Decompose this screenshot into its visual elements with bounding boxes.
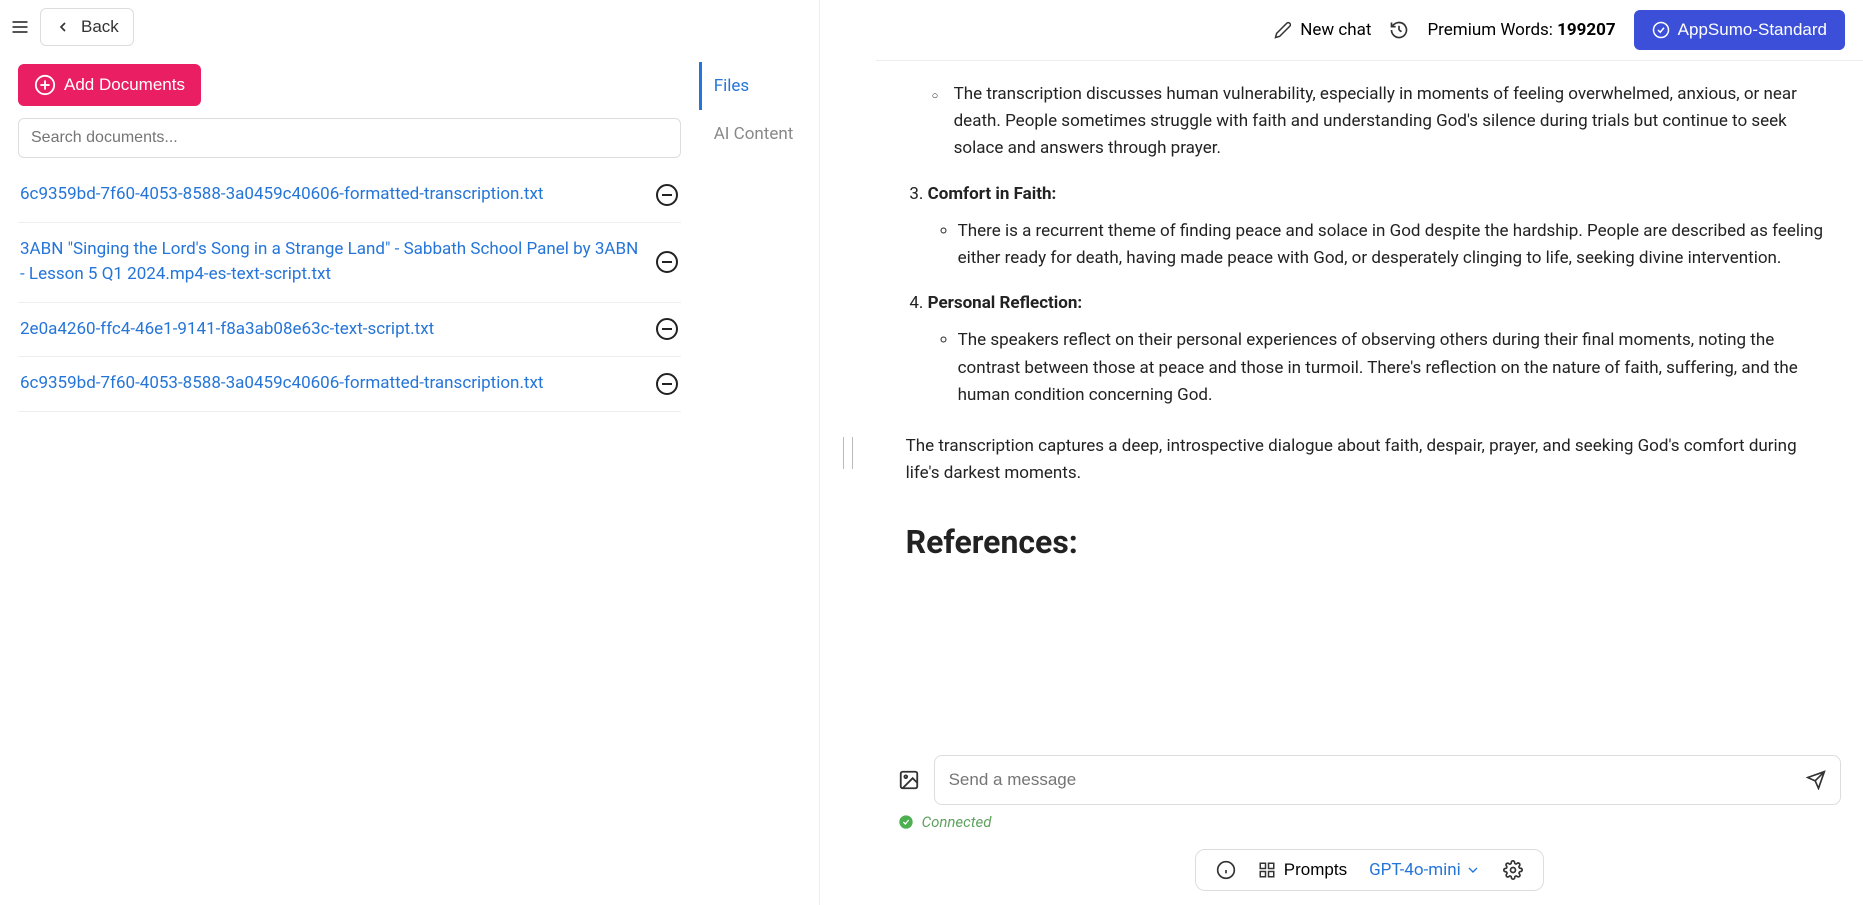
search-input[interactable] xyxy=(18,118,681,158)
chat-item4-text: The speakers reflect on their personal e… xyxy=(958,327,1833,409)
remove-document-button[interactable] xyxy=(655,250,679,274)
chevron-down-icon xyxy=(1465,862,1481,878)
new-chat-button[interactable]: New chat xyxy=(1274,20,1371,40)
send-icon xyxy=(1806,770,1826,790)
edit-icon xyxy=(1274,21,1292,39)
connection-status: Connected xyxy=(876,813,1863,841)
document-name[interactable]: 6c9359bd-7f60-4053-8588-3a0459c40606-for… xyxy=(20,182,655,208)
premium-words: Premium Words: 199207 xyxy=(1427,20,1615,40)
side-tabs: Files AI Content xyxy=(699,54,819,905)
documents-pane: Back Add Documents 6c9359bd-7f60-4053-85… xyxy=(0,0,820,905)
plus-circle-icon xyxy=(34,74,56,96)
minus-circle-icon xyxy=(655,250,679,274)
chat-content[interactable]: The transcription discusses human vulner… xyxy=(876,61,1863,755)
document-item: 6c9359bd-7f60-4053-8588-3a0459c40606-for… xyxy=(18,168,681,223)
bottom-bar: Prompts GPT-4o-mini xyxy=(876,841,1863,905)
left-body: Add Documents 6c9359bd-7f60-4053-8588-3a… xyxy=(0,54,819,905)
chat-closing: The transcription captures a deep, intro… xyxy=(906,433,1833,487)
premium-words-value: 199207 xyxy=(1557,20,1616,40)
chat-bullet-partial: The transcription discusses human vulner… xyxy=(954,81,1833,163)
document-list: 6c9359bd-7f60-4053-8588-3a0459c40606-for… xyxy=(18,168,681,412)
input-row xyxy=(876,755,1863,813)
chat-item3-text: There is a recurrent theme of finding pe… xyxy=(958,218,1833,272)
plan-label: AppSumo-Standard xyxy=(1678,20,1827,40)
back-label: Back xyxy=(81,17,119,37)
chat-list-item-4: Personal Reflection: The speakers reflec… xyxy=(928,290,1833,409)
info-icon xyxy=(1216,860,1236,880)
image-icon xyxy=(898,769,920,791)
hamburger-icon xyxy=(10,17,30,37)
chevron-left-icon xyxy=(55,19,71,35)
prompts-button[interactable]: Prompts xyxy=(1258,860,1347,880)
left-header: Back xyxy=(0,0,819,54)
remove-document-button[interactable] xyxy=(655,372,679,396)
back-button[interactable]: Back xyxy=(40,8,134,46)
minus-circle-icon xyxy=(655,317,679,341)
message-input[interactable] xyxy=(949,770,1806,790)
bottom-inner: Prompts GPT-4o-mini xyxy=(1195,849,1544,891)
document-item: 6c9359bd-7f60-4053-8588-3a0459c40606-for… xyxy=(18,357,681,412)
tab-ai-content[interactable]: AI Content xyxy=(699,110,819,158)
pane-divider[interactable] xyxy=(820,0,876,905)
document-item: 3ABN "Singing the Lord's Song in a Stran… xyxy=(18,223,681,303)
tab-files[interactable]: Files xyxy=(699,62,819,110)
info-button[interactable] xyxy=(1216,860,1236,880)
history-button[interactable] xyxy=(1389,20,1409,40)
prompts-label: Prompts xyxy=(1284,860,1347,880)
chat-pane: New chat Premium Words: 199207 AppSumo-S… xyxy=(876,0,1863,905)
settings-button[interactable] xyxy=(1503,860,1523,880)
add-documents-label: Add Documents xyxy=(64,75,185,95)
document-item: 2e0a4260-ffc4-46e1-9141-f8a3ab08e63c-tex… xyxy=(18,303,681,358)
premium-words-label: Premium Words: xyxy=(1427,20,1552,40)
send-button[interactable] xyxy=(1806,770,1826,790)
chat-list-item-3: Comfort in Faith: There is a recurrent t… xyxy=(928,181,1833,273)
chat-item4-title: Personal Reflection: xyxy=(928,293,1083,313)
add-documents-button[interactable]: Add Documents xyxy=(18,64,201,106)
remove-document-button[interactable] xyxy=(655,317,679,341)
model-select[interactable]: GPT-4o-mini xyxy=(1369,860,1481,880)
document-name[interactable]: 3ABN "Singing the Lord's Song in a Stran… xyxy=(20,237,655,288)
attach-image-button[interactable] xyxy=(898,769,920,791)
chat-item3-title: Comfort in Faith: xyxy=(928,184,1057,204)
docs-column: Add Documents 6c9359bd-7f60-4053-8588-3a… xyxy=(0,54,699,905)
history-icon xyxy=(1389,20,1409,40)
gear-icon xyxy=(1503,860,1523,880)
grid-icon xyxy=(1258,861,1276,879)
references-heading: References: xyxy=(906,517,1833,568)
connected-label: Connected xyxy=(922,813,992,831)
minus-circle-icon xyxy=(655,372,679,396)
plan-button[interactable]: AppSumo-Standard xyxy=(1634,10,1845,50)
right-header: New chat Premium Words: 199207 AppSumo-S… xyxy=(876,0,1863,61)
menu-button[interactable] xyxy=(4,11,36,43)
document-name[interactable]: 2e0a4260-ffc4-46e1-9141-f8a3ab08e63c-tex… xyxy=(20,317,655,343)
minus-circle-icon xyxy=(655,183,679,207)
remove-document-button[interactable] xyxy=(655,183,679,207)
model-label: GPT-4o-mini xyxy=(1369,860,1461,880)
new-chat-label: New chat xyxy=(1300,20,1371,40)
message-box xyxy=(934,755,1841,805)
check-circle-small-icon xyxy=(898,814,914,830)
check-circle-icon xyxy=(1652,21,1670,39)
document-name[interactable]: 6c9359bd-7f60-4053-8588-3a0459c40606-for… xyxy=(20,371,655,397)
